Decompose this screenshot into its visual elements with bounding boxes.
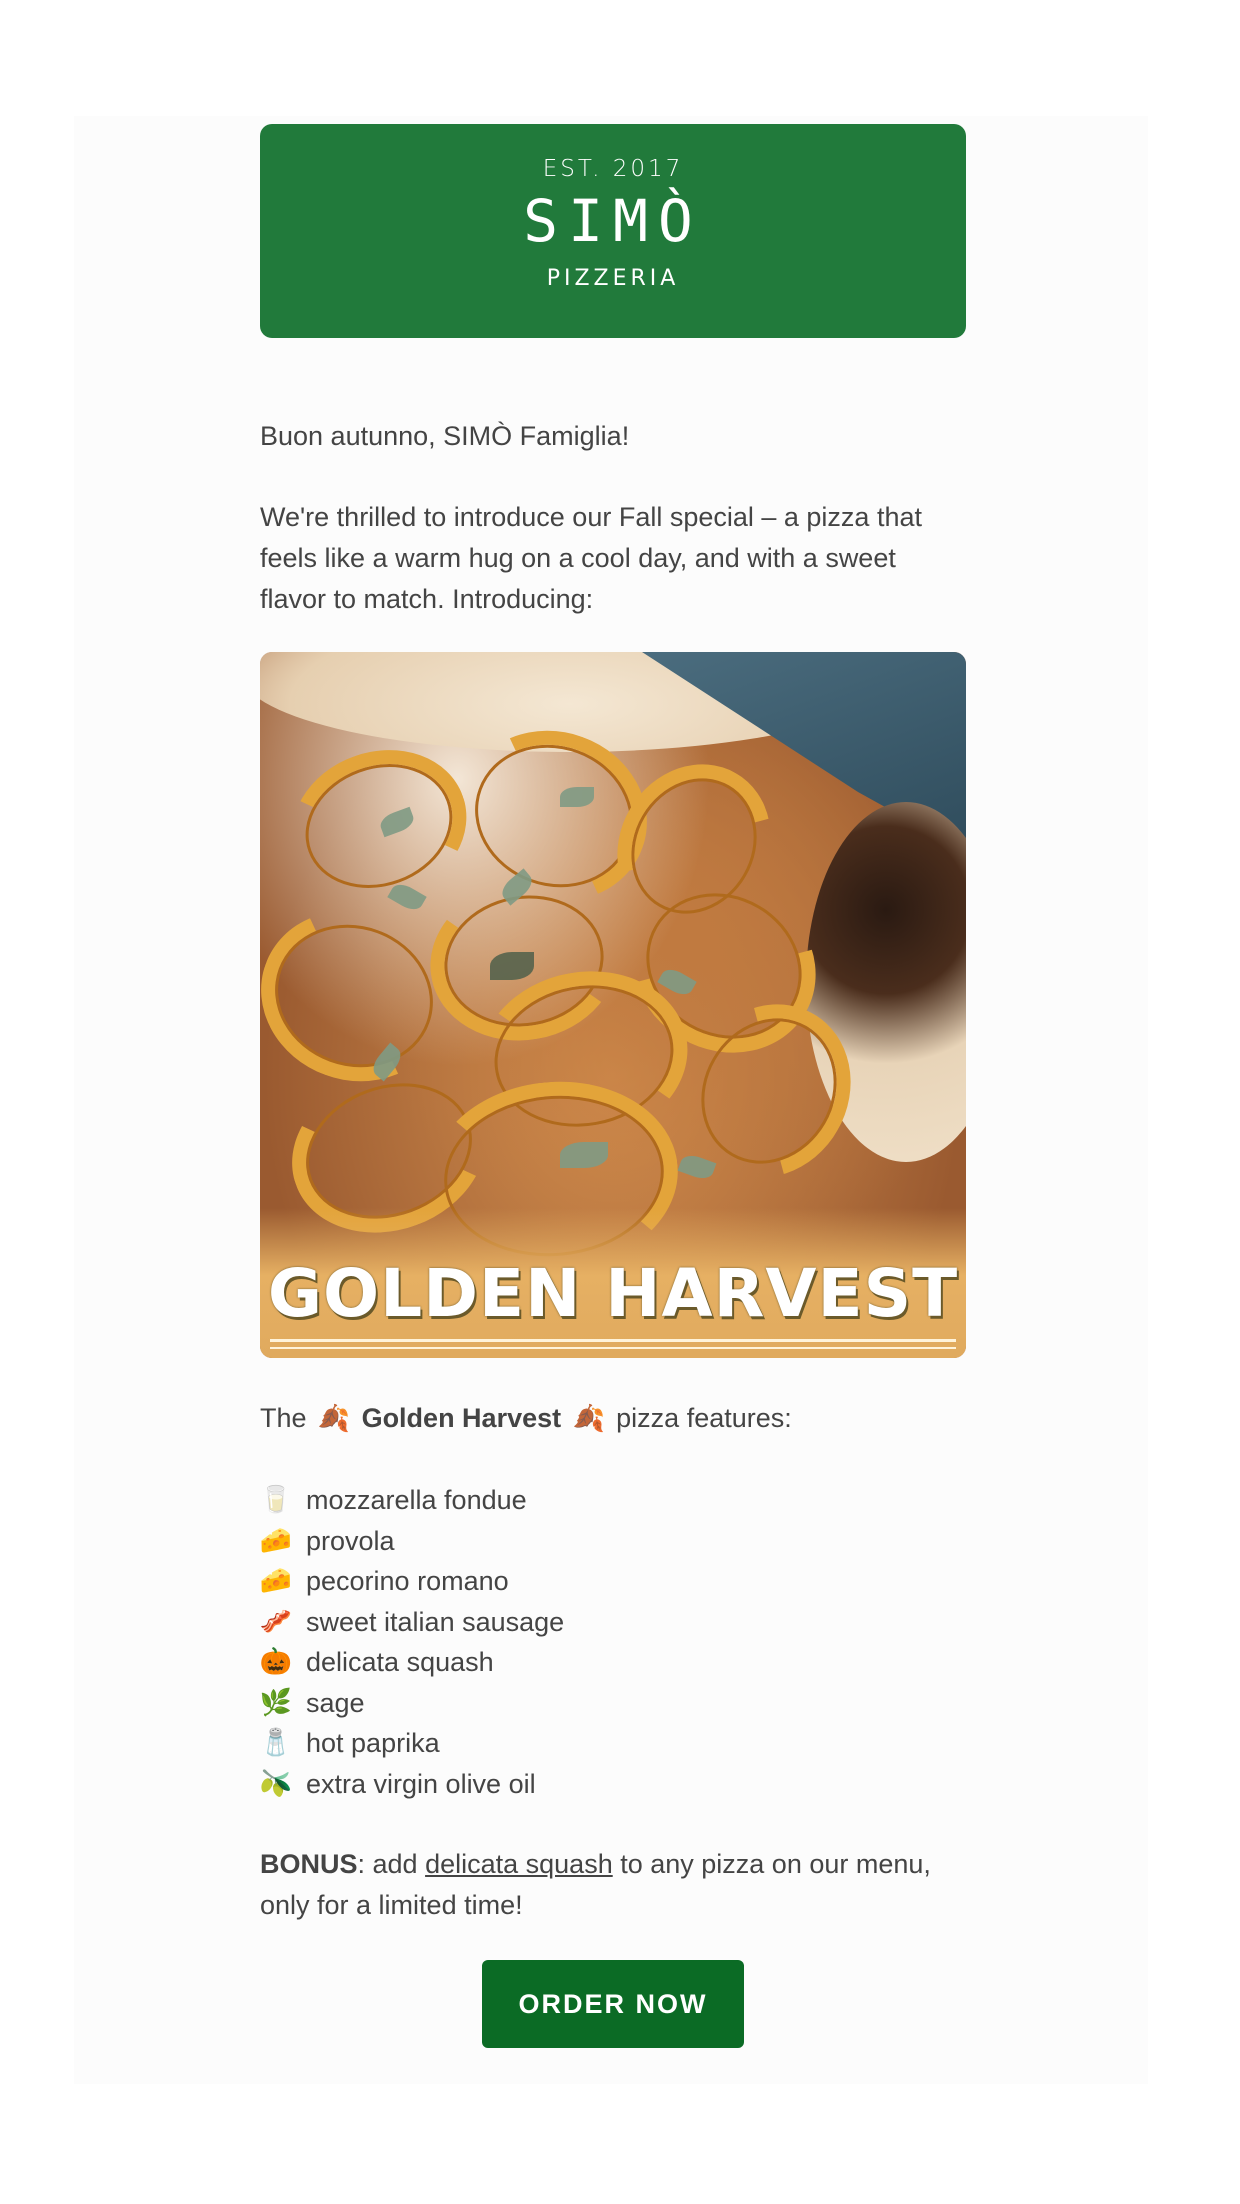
delicata-squash-link[interactable]: delicata squash [425,1849,613,1879]
herb-leaf-icon: 🌿 [259,1687,293,1718]
ingredient-list: 🥛 mozzarella fondue 🧀 provola 🧀 pecorino… [260,1480,966,1804]
salt-shaker-icon: 🧂 [259,1728,293,1759]
order-now-button[interactable]: ORDER NOW [482,1960,744,2048]
ingredient-text: extra virgin olive oil [306,1768,536,1799]
list-item: 🧂 hot paprika [260,1723,966,1764]
features-intro: The 🍂 Golden Harvest 🍂 pizza features: [260,1398,966,1439]
bonus-paragraph: BONUS: add delicata squash to any pizza … [260,1844,966,1926]
email-content: EST. 2017 SIMÒ PIZZERIA Buon autunno, SI… [260,124,966,2048]
cta-wrapper: ORDER NOW [260,1960,966,2048]
list-item: 🫒 extra virgin olive oil [260,1764,966,1805]
established-year: EST. 2017 [542,156,684,182]
fallen-leaves-icon: 🍂 [317,1404,351,1434]
sage-leaf [560,787,594,807]
list-item: 🎃 delicata squash [260,1642,966,1683]
list-item: 🥛 mozzarella fondue [260,1480,966,1521]
squash-slice [270,726,488,926]
cheese-icon: 🧀 [259,1525,293,1556]
bacon-icon: 🥓 [259,1606,293,1637]
title-underline [270,1339,956,1342]
list-item: 🧀 pecorino romano [260,1561,966,1602]
bonus-pre: : add [357,1849,426,1879]
ingredient-text: mozzarella fondue [306,1485,527,1515]
hero-title: GOLDEN HARVEST [267,1255,959,1332]
cheese-icon: 🧀 [259,1566,293,1597]
pumpkin-icon: 🎃 [259,1647,293,1678]
ingredient-text: pecorino romano [306,1566,509,1596]
greeting: Buon autunno, SIMÒ Famiglia! [260,421,630,451]
ingredient-text: delicata squash [306,1647,494,1677]
pizza-hero-image: GOLDEN HARVEST [260,652,966,1358]
fallen-leaves-icon: 🍂 [572,1404,605,1434]
ingredient-text: sage [306,1687,365,1718]
brand-header: EST. 2017 SIMÒ PIZZERIA [260,124,966,338]
pizza-name: Golden Harvest [361,1403,562,1433]
bonus-label: BONUS [260,1849,358,1879]
ingredient-text: hot paprika [306,1728,440,1758]
squash-slice [260,884,472,1108]
olive-icon: 🫒 [259,1768,293,1799]
list-item: 🥓 sweet italian sausage [260,1602,966,1643]
list-item: 🌿 sage [260,1683,966,1724]
brand-subtitle: PIZZERIA [546,266,680,291]
title-underline [270,1347,956,1349]
ingredient-text: provola [306,1525,395,1556]
brand-logo-text: SIMÒ [523,187,703,255]
intro-paragraph: We're thrilled to introduce our Fall spe… [260,502,922,614]
sage-leaf [490,952,534,980]
features-prefix: The [260,1403,307,1433]
features-suffix: pizza features: [616,1403,792,1433]
ingredient-text: sweet italian sausage [306,1606,565,1637]
glass-of-milk-icon: 🥛 [259,1485,293,1516]
sage-leaf [560,1142,608,1168]
list-item: 🧀 provola [260,1521,966,1562]
